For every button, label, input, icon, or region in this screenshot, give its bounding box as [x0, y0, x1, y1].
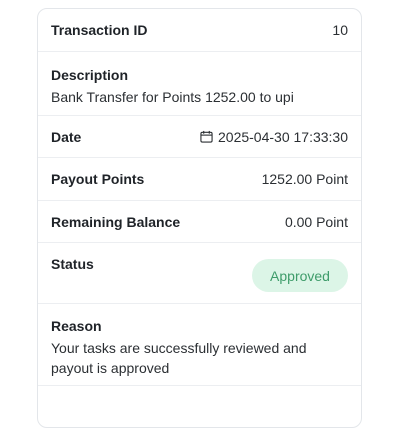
status-badge: Approved [252, 259, 348, 292]
payout-points-label: Payout Points [51, 171, 145, 187]
calendar-icon [200, 130, 213, 143]
transaction-id-label: Transaction ID [51, 22, 148, 38]
date-value-wrap: 2025-04-30 17:33:30 [200, 129, 348, 145]
transaction-id-value: 10 [332, 22, 348, 38]
description-label: Description [51, 67, 129, 83]
description-value: Bank Transfer for Points 1252.00 to upi [51, 89, 294, 105]
date-row: Date 2025-04-30 17:33:30 [38, 116, 361, 158]
remaining-balance-row: Remaining Balance 0.00 Point [38, 201, 361, 243]
remaining-balance-label: Remaining Balance [51, 213, 181, 230]
description-row: Description Bank Transfer for Points 125… [38, 52, 361, 116]
remaining-balance-value: 0.00 Point [284, 213, 348, 230]
status-row: Status Approved [38, 243, 361, 304]
next-row [38, 386, 361, 426]
transaction-id-row: Transaction ID 10 [38, 9, 361, 52]
reason-value: Your tasks are successfully reviewed and… [51, 340, 307, 376]
reason-row: Reason Your tasks are successfully revie… [38, 304, 361, 386]
reason-label: Reason [51, 318, 102, 334]
payout-points-value: 1252.00 Point [261, 171, 348, 187]
date-value: 2025-04-30 17:33:30 [218, 128, 348, 145]
payout-points-row: Payout Points 1252.00 Point [38, 158, 361, 201]
transaction-details-card: Transaction ID 10 Description Bank Trans… [37, 8, 362, 428]
date-label: Date [51, 128, 82, 145]
